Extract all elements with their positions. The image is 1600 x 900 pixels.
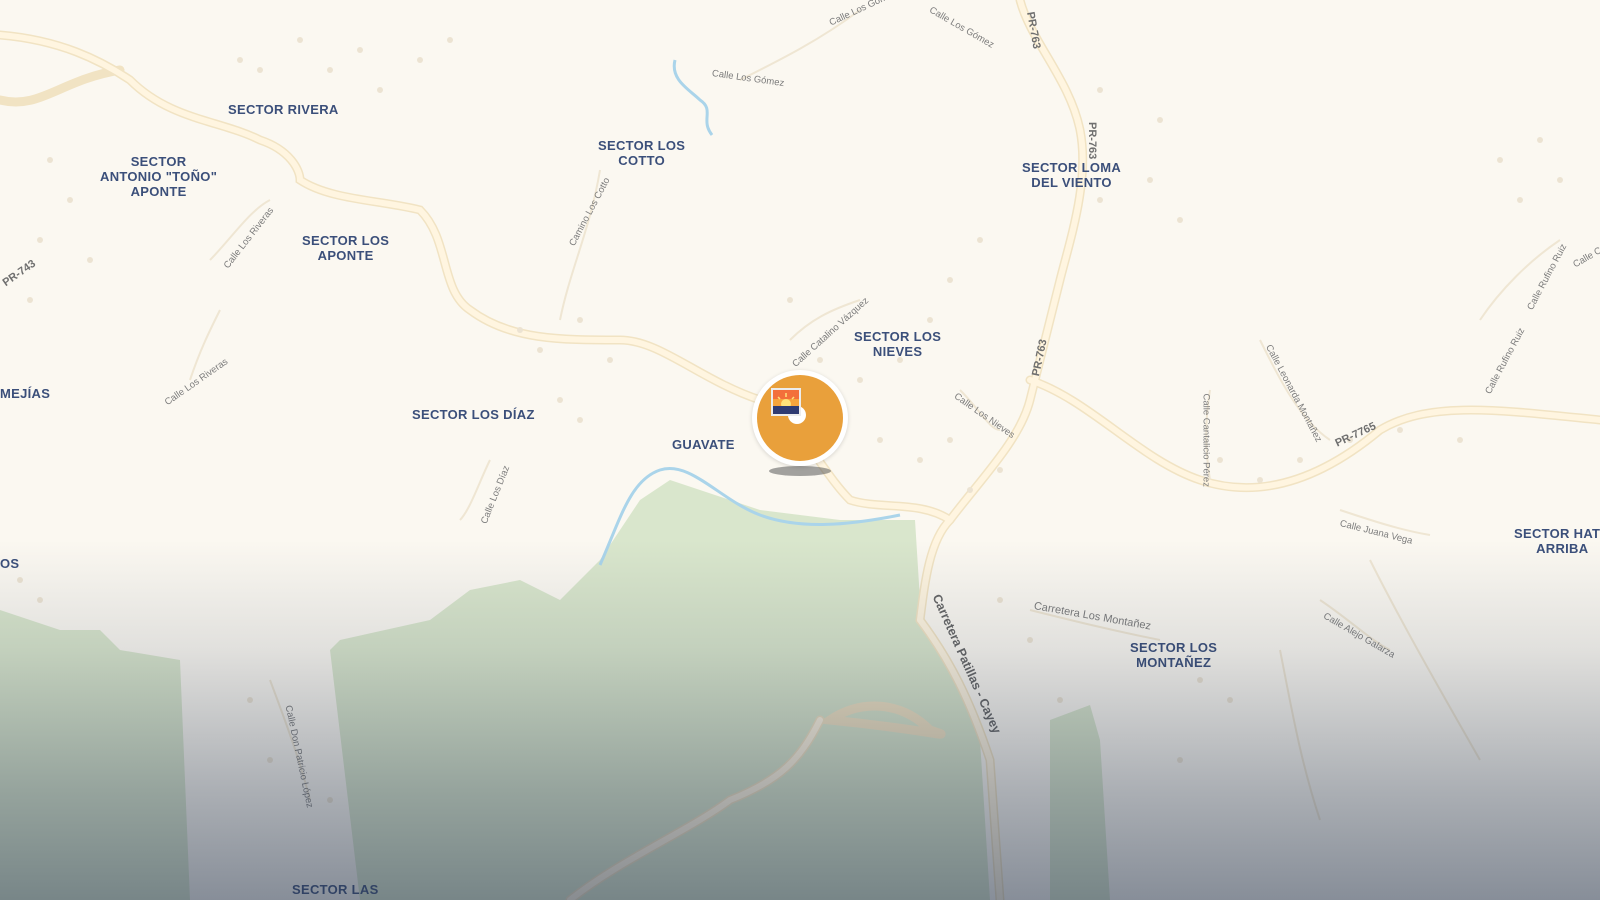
- place-label-sector-los-montanez: SECTOR LOS MONTAÑEZ: [1130, 640, 1218, 670]
- photo-icon: [771, 388, 801, 416]
- street-label-calle-cantalicio-perez: Calle Cantalicio Pérez: [1200, 393, 1212, 487]
- place-label-sector-antonio-aponte: SECTOR ANTONIO "TOÑO" APONTE: [100, 154, 218, 199]
- marker-shadow: [769, 466, 831, 476]
- place-label-guavate: GUAVATE: [672, 437, 735, 452]
- place-label-sector-las: SECTOR LAS: [292, 882, 379, 897]
- place-label-mejias: MEJÍAS: [0, 386, 51, 401]
- place-label-sector-los-aponte: SECTOR LOS APONTE: [302, 233, 390, 263]
- place-label-os: OS: [0, 556, 20, 571]
- place-label-sector-los-diaz: SECTOR LOS DÍAZ: [412, 407, 535, 422]
- map-canvas[interactable]: SECTOR RIVERA SECTOR ANTONIO "TOÑO" APON…: [0, 0, 1600, 900]
- place-label-sector-hato-arriba: SECTOR HATO ARRIBA: [1514, 526, 1600, 556]
- photo-location-marker[interactable]: [752, 370, 848, 480]
- route-label-pr-763: PR-763: [1086, 122, 1098, 160]
- place-label-sector-los-cotto: SECTOR LOS COTTO: [598, 138, 686, 168]
- place-label-sector-los-nieves: SECTOR LOS NIEVES: [854, 329, 942, 359]
- place-label-sector-loma-del-viento: SECTOR LOMA DEL VIENTO: [1022, 160, 1122, 190]
- place-label-sector-rivera: SECTOR RIVERA: [228, 102, 339, 117]
